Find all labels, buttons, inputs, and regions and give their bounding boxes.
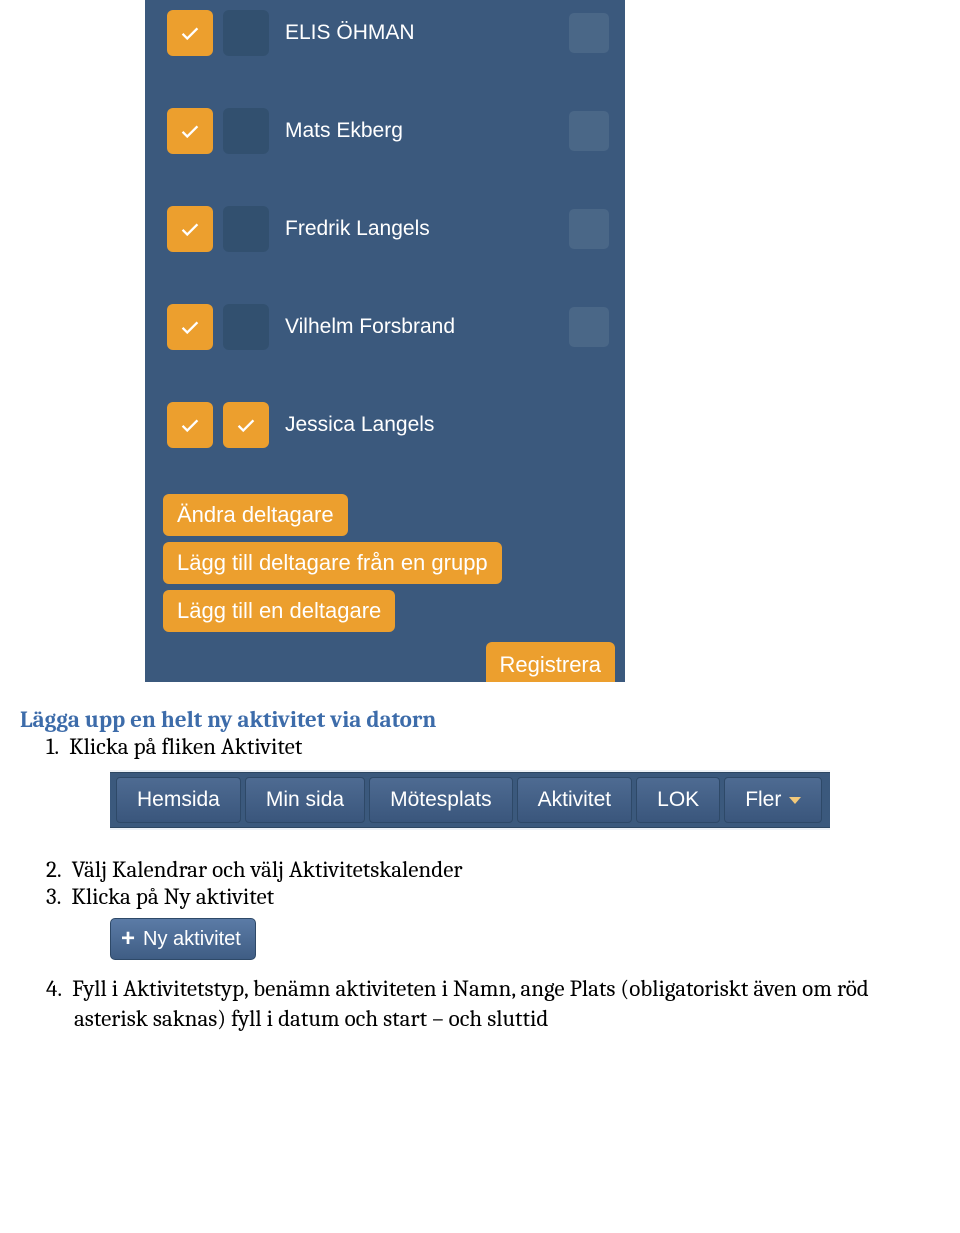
step-number: 2. — [46, 856, 62, 883]
ny-aktivitet-label: Ny aktivitet — [143, 928, 241, 951]
step-number: 3. — [46, 883, 61, 910]
edit-participants-button[interactable]: Ändra deltagare — [163, 494, 348, 536]
ny-aktivitet-button[interactable]: + Ny aktivitet — [110, 918, 256, 960]
participant-name: Mats Ekberg — [285, 119, 569, 143]
step-text: Klicka på fliken Aktivitet — [69, 733, 302, 760]
tab-lok[interactable]: LOK — [636, 777, 720, 823]
participant-trailing-box[interactable] — [569, 209, 609, 249]
tab-motesplats[interactable]: Mötesplats — [369, 777, 513, 823]
tab-label: Fler — [745, 788, 781, 812]
participant-trailing-box[interactable] — [569, 111, 609, 151]
participant-trailing-box[interactable] — [569, 307, 609, 347]
tab-aktivitet[interactable]: Aktivitet — [517, 777, 633, 823]
participant-row: ELIS ÖHMAN — [145, 0, 625, 98]
participant-row: Jessica Langels — [145, 392, 625, 490]
tab-fler[interactable]: Fler — [724, 777, 822, 823]
participant-row: Mats Ekberg — [145, 98, 625, 196]
attendance-checkbox-2[interactable] — [223, 10, 269, 56]
tab-label: Hemsida — [137, 788, 220, 812]
tab-label: Mötesplats — [390, 788, 492, 812]
attendance-checkbox-1[interactable] — [167, 402, 213, 448]
participant-action-buttons: Ändra deltagare Lägg till deltagare från… — [145, 490, 625, 636]
check-icon — [176, 414, 204, 436]
tab-hemsida[interactable]: Hemsida — [116, 777, 241, 823]
instruction-step-2: 2. Välj Kalendrar och välj Aktivitetskale… — [20, 856, 940, 883]
check-icon — [176, 218, 204, 240]
register-row: Registrera — [145, 636, 625, 682]
participant-name: Vilhelm Forsbrand — [285, 315, 569, 339]
plus-icon: + — [121, 927, 135, 951]
ny-aktivitet-wrap: + Ny aktivitet — [110, 918, 940, 960]
attendance-checkbox-2[interactable] — [223, 108, 269, 154]
tab-label: Aktivitet — [538, 788, 612, 812]
attendance-checkbox-1[interactable] — [167, 206, 213, 252]
step-text: Fyll i Aktivitetstyp, benämn aktiviteten… — [72, 975, 869, 1032]
tab-label: LOK — [657, 788, 699, 812]
add-participant-from-group-button[interactable]: Lägg till deltagare från en grupp — [163, 542, 502, 584]
participant-name: ELIS ÖHMAN — [285, 21, 569, 45]
attendance-checkbox-2[interactable] — [223, 304, 269, 350]
step-number: 4. — [46, 975, 62, 1002]
check-icon — [232, 414, 260, 436]
register-button[interactable]: Registrera — [486, 642, 615, 682]
check-icon — [176, 120, 204, 142]
attendance-checkbox-2[interactable] — [223, 402, 269, 448]
step-number: 1. — [46, 733, 59, 760]
step-text: Välj Kalendrar och välj Aktivitetskalend… — [72, 856, 463, 883]
attendance-checkbox-1[interactable] — [167, 304, 213, 350]
check-icon — [176, 316, 204, 338]
attendance-checkbox-1[interactable] — [167, 108, 213, 154]
add-participant-button[interactable]: Lägg till en deltagare — [163, 590, 395, 632]
participant-trailing-box[interactable] — [569, 13, 609, 53]
attendance-checkbox-2[interactable] — [223, 206, 269, 252]
instruction-step-1: 1. Klicka på fliken Aktivitet — [20, 733, 940, 760]
section-heading: Lägga upp en helt ny aktivitet via dator… — [20, 706, 940, 733]
tabs-screenshot: Hemsida Min sida Mötesplats Aktivitet LO… — [110, 770, 830, 830]
tab-min-sida[interactable]: Min sida — [245, 777, 365, 823]
instruction-step-4: 4. Fyll i Aktivitetstyp, benämn aktivitet… — [20, 974, 940, 1034]
tabs-bar: Hemsida Min sida Mötesplats Aktivitet LO… — [110, 772, 830, 828]
tab-label: Min sida — [266, 788, 344, 812]
instruction-step-3: 3. Klicka på Ny aktivitet — [20, 883, 940, 910]
chevron-down-icon — [789, 797, 801, 804]
participant-name: Jessica Langels — [285, 413, 613, 437]
participant-panel: ELIS ÖHMAN Mats Ekberg Fredrik Langels Vilh… — [145, 0, 625, 682]
participant-row: Vilhelm Forsbrand — [145, 294, 625, 392]
participant-row: Fredrik Langels — [145, 196, 625, 294]
check-icon — [176, 22, 204, 44]
step-text: Klicka på Ny aktivitet — [71, 883, 274, 910]
attendance-checkbox-1[interactable] — [167, 10, 213, 56]
participant-name: Fredrik Langels — [285, 217, 569, 241]
